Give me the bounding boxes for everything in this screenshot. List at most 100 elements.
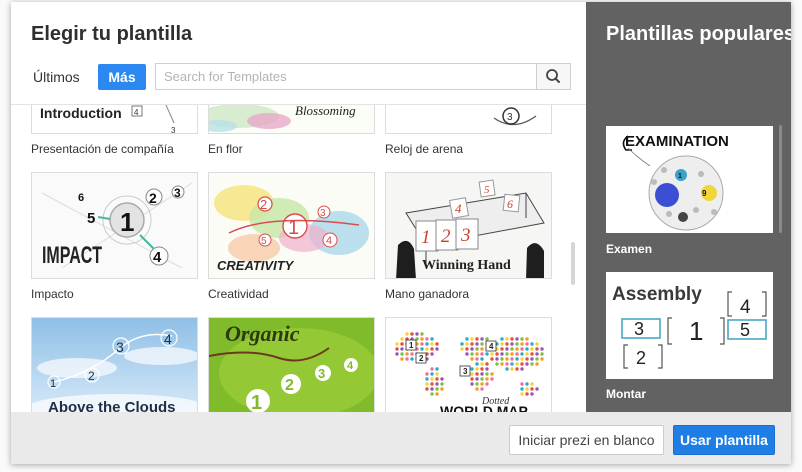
- template-caption[interactable]: Presentación de compañía: [31, 142, 174, 156]
- map-dot: [430, 342, 434, 346]
- map-dot: [430, 387, 434, 391]
- map-dot: [530, 392, 534, 396]
- map-dot: [420, 337, 424, 341]
- template-caption[interactable]: Impacto: [31, 287, 74, 301]
- map-dot: [435, 387, 439, 391]
- map-dot: [465, 337, 469, 341]
- map-dot: [400, 342, 404, 346]
- map-dot: [395, 347, 399, 351]
- map-dot: [505, 357, 509, 361]
- thumb-text: 4: [153, 249, 162, 266]
- map-dot: [460, 347, 464, 351]
- dialog-title: Elegir tu plantilla: [31, 23, 193, 45]
- map-dot: [520, 342, 524, 346]
- thumb-text: 1: [251, 392, 262, 412]
- map-dot: [425, 342, 429, 346]
- template-thumb-creativity[interactable]: 2 1 3 4 5 CREATIVITY: [208, 172, 375, 279]
- thumb-text: Organic: [225, 321, 300, 346]
- thumb-text: 1: [689, 316, 703, 346]
- thumb-text: 3: [174, 186, 181, 200]
- template-browser: Elegir tu plantilla Últimos Más Introduc…: [11, 2, 586, 412]
- map-dot: [515, 337, 519, 341]
- map-dot: [525, 342, 529, 346]
- map-dot: [435, 377, 439, 381]
- map-dot: [430, 377, 434, 381]
- map-dot: [460, 342, 464, 346]
- template-caption[interactable]: En flor: [208, 142, 243, 156]
- thumb-text: 2: [419, 354, 424, 363]
- map-dot: [410, 332, 414, 336]
- map-dot: [505, 362, 509, 366]
- template-thumb-impact[interactable]: 1 2 3 4 5 6 IMPACT: [31, 172, 198, 279]
- popular-thumb-assembly[interactable]: Assembly 4 3 1 5 2: [606, 272, 773, 379]
- template-caption[interactable]: Mano ganadora: [385, 287, 469, 301]
- map-dot: [425, 347, 429, 351]
- template-thumb-winning-hand[interactable]: 4 5 6 1 2 3 Winning Hand: [385, 172, 552, 279]
- template-thumb-above-clouds[interactable]: 1 2 3 4 Above the Clouds: [31, 317, 198, 412]
- start-blank-button[interactable]: Iniciar prezi en blanco: [509, 425, 664, 455]
- map-dot: [500, 352, 504, 356]
- map-dot: [500, 337, 504, 341]
- map-dot: [525, 347, 529, 351]
- map-dot: [480, 362, 484, 366]
- thumb-text: Blossoming: [295, 105, 356, 118]
- template-thumb-organic[interactable]: Organic 1 2 3 4: [208, 317, 375, 412]
- template-thumb-blossom[interactable]: Blossoming: [208, 105, 375, 134]
- template-caption[interactable]: Reloj de arena: [385, 142, 463, 156]
- thumb-text: IMPACT: [42, 242, 102, 269]
- map-dot: [480, 372, 484, 376]
- map-dot: [430, 347, 434, 351]
- popular-caption[interactable]: Montar: [606, 387, 646, 401]
- tab-recent[interactable]: Últimos: [33, 64, 97, 90]
- map-dot: [430, 367, 434, 371]
- popular-scrollbar[interactable]: [779, 125, 782, 233]
- map-dot: [510, 352, 514, 356]
- map-dot: [405, 332, 409, 336]
- map-dot: [480, 377, 484, 381]
- organic-thumbnail: Organic 1 2 3 4: [209, 318, 374, 412]
- use-template-button[interactable]: Usar plantilla: [673, 425, 775, 455]
- template-thumb-hourglass[interactable]: 3: [385, 105, 552, 134]
- map-dot: [530, 347, 534, 351]
- search-button[interactable]: [536, 63, 571, 90]
- template-thumb-dotted-world-map[interactable]: 1 2 3 4 Dotted WORLD MAP: [385, 317, 552, 412]
- map-dot: [525, 387, 529, 391]
- map-dot: [525, 337, 529, 341]
- company-thumbnail: Introduction 4 3: [32, 105, 197, 133]
- thumb-text: 1: [678, 173, 682, 180]
- map-dot: [470, 342, 474, 346]
- grid-scrollbar[interactable]: [571, 242, 575, 285]
- thumb-text: 3: [463, 367, 468, 376]
- thumb-text: 1: [409, 341, 414, 350]
- map-dot: [505, 352, 509, 356]
- map-dot: [485, 382, 489, 386]
- thumb-text: 3: [507, 112, 513, 123]
- map-dot: [515, 362, 519, 366]
- map-dot: [535, 357, 539, 361]
- map-dot: [510, 347, 514, 351]
- template-caption[interactable]: Creatividad: [208, 287, 269, 301]
- template-thumb-company[interactable]: Introduction 4 3: [31, 105, 198, 134]
- thumb-text: CREATIVITY: [217, 258, 295, 273]
- search-input[interactable]: [155, 63, 543, 90]
- map-dot: [490, 357, 494, 361]
- map-dot: [505, 342, 509, 346]
- map-dot: [515, 352, 519, 356]
- map-dot: [525, 382, 529, 386]
- map-dot: [520, 382, 524, 386]
- map-dot: [485, 352, 489, 356]
- map-dot: [465, 342, 469, 346]
- map-dot: [510, 362, 514, 366]
- map-dot: [505, 347, 509, 351]
- popular-thumb-exam[interactable]: EXAMINATION 9 1: [606, 126, 773, 233]
- tab-more[interactable]: Más: [98, 64, 146, 90]
- search-icon: [546, 69, 560, 83]
- map-dot: [400, 347, 404, 351]
- map-dot: [435, 347, 439, 351]
- map-dot: [400, 352, 404, 356]
- map-dot: [435, 382, 439, 386]
- thumb-text: 9: [702, 189, 707, 198]
- popular-caption[interactable]: Examen: [606, 242, 652, 256]
- map-dot: [485, 367, 489, 371]
- map-dot: [510, 337, 514, 341]
